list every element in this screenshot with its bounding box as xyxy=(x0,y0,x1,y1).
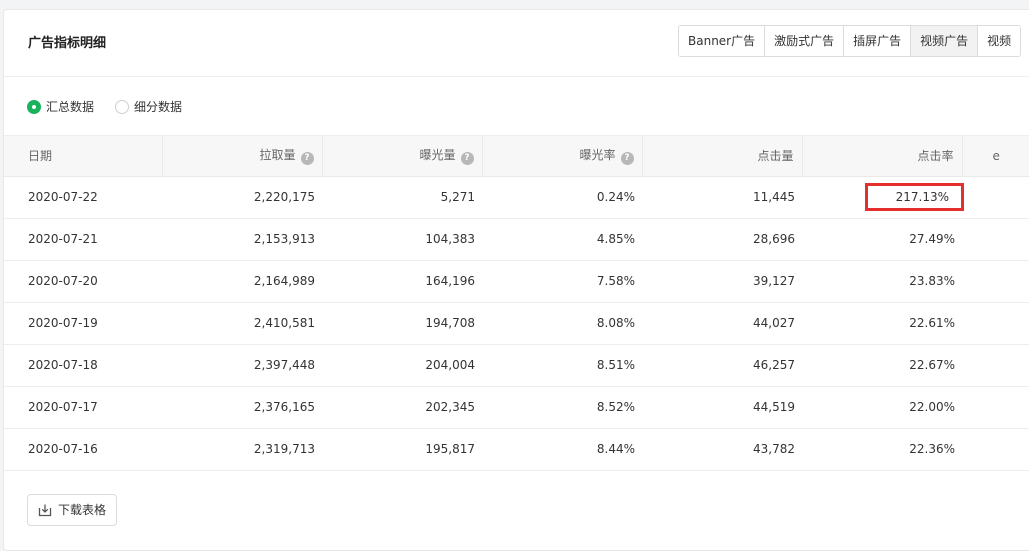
table-row: 2020-07-18 2,397,448 204,004 8.51% 46,25… xyxy=(4,344,1029,387)
cell-impressions: 5,271 xyxy=(322,176,482,219)
download-table-button[interactable]: 下载表格 xyxy=(27,493,118,526)
cell-requests: 2,410,581 xyxy=(162,302,322,345)
cell-requests: 2,164,989 xyxy=(162,260,322,303)
table-footer: 下载表格 xyxy=(4,471,1029,541)
cell-ctr: 23.83% xyxy=(802,260,962,303)
cell-date: 2020-07-21 xyxy=(4,218,162,261)
highlighted-value: 217.13% xyxy=(864,183,964,211)
cell-truncated xyxy=(962,344,1029,387)
cell-requests: 2,319,713 xyxy=(162,428,322,471)
cell-impression-rate: 0.24% xyxy=(482,176,642,219)
cell-ctr: 217.13% xyxy=(802,176,964,219)
cell-truncated xyxy=(962,176,1029,219)
download-icon xyxy=(38,504,52,516)
ad-type-tabs: Banner广告 激励式广告 插屏广告 视频广告 视频 xyxy=(678,25,1022,57)
cell-impressions: 194,708 xyxy=(322,302,482,345)
cell-truncated xyxy=(962,302,1029,345)
cell-impression-rate: 8.52% xyxy=(482,386,642,429)
tab-banner-ad[interactable]: Banner广告 xyxy=(679,26,766,56)
cell-date: 2020-07-22 xyxy=(4,176,162,219)
radio-unchecked-icon xyxy=(115,99,129,114)
view-mode-radio-group: 汇总数据 细分数据 xyxy=(4,77,1029,136)
cell-impressions: 202,345 xyxy=(322,386,482,429)
cell-truncated xyxy=(962,428,1029,471)
cell-date: 2020-07-19 xyxy=(4,302,162,345)
download-label: 下载表格 xyxy=(58,503,107,517)
table-row: 2020-07-17 2,376,165 202,345 8.52% 44,51… xyxy=(4,386,1029,429)
cell-requests: 2,376,165 xyxy=(162,386,322,429)
cell-date: 2020-07-18 xyxy=(4,344,162,387)
cell-clicks: 44,027 xyxy=(642,302,802,345)
cell-truncated xyxy=(962,386,1029,429)
cell-impressions: 195,817 xyxy=(322,428,482,471)
col-header-ctr: 点击率 xyxy=(802,136,963,177)
cell-truncated xyxy=(962,218,1029,261)
tab-video-more[interactable]: 视频 xyxy=(978,26,1021,56)
table-row: 2020-07-21 2,153,913 104,383 4.85% 28,69… xyxy=(4,218,1029,261)
cell-impressions: 104,383 xyxy=(322,218,482,261)
cell-ctr: 22.36% xyxy=(802,428,962,471)
table-header-row: 日期 拉取量? 曝光量? 曝光率? 点击量 点击率 e xyxy=(4,136,1029,177)
cell-ctr: 22.00% xyxy=(802,386,962,429)
cell-impression-rate: 4.85% xyxy=(482,218,642,261)
cell-impression-rate: 8.08% xyxy=(482,302,642,345)
table-row: 2020-07-20 2,164,989 164,196 7.58% 39,12… xyxy=(4,260,1029,303)
cell-truncated xyxy=(962,260,1029,303)
col-header-impression-rate: 曝光率? xyxy=(482,136,643,177)
cell-clicks: 28,696 xyxy=(642,218,802,261)
cell-impression-rate: 8.44% xyxy=(482,428,642,471)
cell-impression-rate: 8.51% xyxy=(482,344,642,387)
cell-clicks: 44,519 xyxy=(642,386,802,429)
metrics-table: 日期 拉取量? 曝光量? 曝光率? 点击量 点击率 e 2020-07-22 2… xyxy=(4,136,1029,471)
cell-ctr: 22.61% xyxy=(802,302,962,345)
radio-detail-label: 细分数据 xyxy=(134,100,183,114)
cell-requests: 2,397,448 xyxy=(162,344,322,387)
cell-clicks: 46,257 xyxy=(642,344,802,387)
table-row: 2020-07-19 2,410,581 194,708 8.08% 44,02… xyxy=(4,302,1029,345)
col-header-date: 日期 xyxy=(4,136,163,177)
radio-summary-data[interactable]: 汇总数据 xyxy=(27,98,94,115)
card-title: 广告指标明细 xyxy=(28,36,107,51)
radio-detail-data[interactable]: 细分数据 xyxy=(115,98,182,115)
cell-impression-rate: 7.58% xyxy=(482,260,642,303)
help-icon[interactable]: ? xyxy=(620,152,634,166)
cell-ctr: 22.67% xyxy=(802,344,962,387)
cell-ctr: 27.49% xyxy=(802,218,962,261)
ad-metrics-card: 广告指标明细 Banner广告 激励式广告 插屏广告 视频广告 视频 汇总数据 … xyxy=(3,9,1029,551)
tab-interstitial-ad[interactable]: 插屏广告 xyxy=(844,26,912,56)
cell-requests: 2,153,913 xyxy=(162,218,322,261)
radio-summary-label: 汇总数据 xyxy=(46,100,95,114)
cell-date: 2020-07-20 xyxy=(4,260,162,303)
col-header-impressions: 曝光量? xyxy=(322,136,483,177)
col-header-requests: 拉取量? xyxy=(162,136,323,177)
cell-date: 2020-07-17 xyxy=(4,386,162,429)
cell-clicks: 39,127 xyxy=(642,260,802,303)
radio-checked-icon xyxy=(27,99,41,114)
cell-requests: 2,220,175 xyxy=(162,176,322,219)
cell-date: 2020-07-16 xyxy=(4,428,162,471)
table-row: 2020-07-16 2,319,713 195,817 8.44% 43,78… xyxy=(4,428,1029,471)
cell-impressions: 204,004 xyxy=(322,344,482,387)
card-header: 广告指标明细 Banner广告 激励式广告 插屏广告 视频广告 视频 xyxy=(4,10,1029,77)
cell-impressions: 164,196 xyxy=(322,260,482,303)
table-row: 2020-07-22 2,220,175 5,271 0.24% 11,445 … xyxy=(4,176,1029,219)
col-header-truncated: e xyxy=(962,136,1029,177)
help-icon[interactable]: ? xyxy=(460,152,474,166)
cell-clicks: 11,445 xyxy=(642,176,802,219)
tab-video-ad[interactable]: 视频广告 xyxy=(911,26,979,56)
cell-clicks: 43,782 xyxy=(642,428,802,471)
col-header-clicks: 点击量 xyxy=(642,136,803,177)
tab-rewarded-ad[interactable]: 激励式广告 xyxy=(765,26,845,56)
help-icon[interactable]: ? xyxy=(300,152,314,166)
